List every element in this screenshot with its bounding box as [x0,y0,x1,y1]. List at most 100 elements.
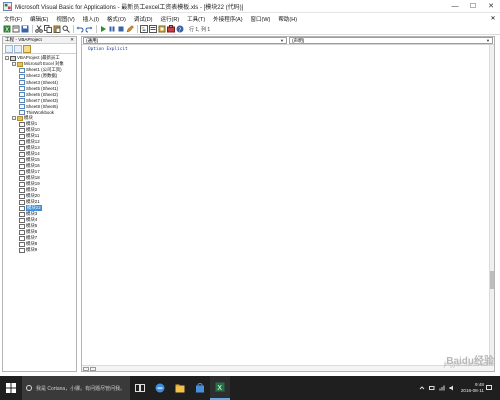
menu-item[interactable]: 外接程序(A) [209,15,246,23]
cut-icon[interactable] [35,25,43,33]
run-icon[interactable] [99,25,107,33]
menu-item[interactable]: 文件(F) [0,15,26,23]
module-icon [19,205,25,211]
help-icon[interactable]: ? [176,25,184,33]
module-icon [19,121,25,127]
folder-icon [17,61,23,67]
design-mode-icon[interactable] [126,25,134,33]
store-icon[interactable] [190,376,210,400]
file-explorer-icon[interactable] [170,376,190,400]
sheet-icon [19,109,25,115]
tree-item-label: Sheet7 (Sheet3) [26,97,58,103]
notifications-icon[interactable] [486,385,492,391]
tree-item-label: Sheet6 (Sheet2) [26,91,58,97]
cortana-search-placeholder: 我是 Cortana，小娜。有问题尽管问我。 [36,385,126,392]
menu-item[interactable]: 运行(R) [157,15,184,23]
edge-browser-icon[interactable] [150,376,170,400]
view-object-icon[interactable] [14,44,22,53]
tree-item-label: Sheet2 (原数据) [26,73,58,78]
full-module-view-icon[interactable] [90,366,96,371]
paste-icon[interactable] [53,25,61,33]
object-browser-icon[interactable] [158,25,166,33]
menu-item[interactable]: 编辑(E) [26,15,52,23]
volume-icon[interactable] [449,385,455,391]
module-icon [19,175,25,181]
menu-item[interactable]: 调试(D) [130,15,157,23]
code-line: Option Explicit [88,47,128,52]
menu-item[interactable]: 视图(V) [52,15,78,23]
collapse-toggle-icon[interactable]: - [12,62,16,66]
save-icon[interactable] [21,25,29,33]
collapse-toggle-icon[interactable]: - [5,56,9,60]
toolbox-icon[interactable] [167,25,175,33]
module-icon [19,217,25,223]
tree-item-module[interactable]: 模块9 [3,247,76,253]
module-icon [19,157,25,163]
project-icon [10,55,16,61]
find-icon[interactable] [62,25,70,33]
module-icon [19,187,25,193]
collapse-toggle-icon[interactable]: - [12,116,16,120]
menu-item[interactable]: 帮助(H) [274,15,301,23]
window-title: Microsoft Visual Basic for Applications … [15,4,244,11]
code-window: (通用) ▼ (声明) ▼ Option Explicit [81,36,495,372]
toolbar-separator [73,25,74,33]
tree-item-label: 模块9 [26,247,38,252]
taskbar-clock[interactable]: 9:48 2016-08-11 [461,382,484,394]
procedure-combo-value: (声明) [292,37,305,43]
module-icon [19,235,25,241]
clock-date: 2016-08-11 [460,388,484,393]
code-view-bar [82,365,494,371]
title-bar: Microsoft Visual Basic for Applications … [0,0,500,13]
vertical-scrollbar[interactable] [489,45,494,365]
procedure-view-icon[interactable] [83,366,89,371]
toolbar-separator [137,25,138,33]
menu-item[interactable]: 窗口(W) [247,15,275,23]
maximize-button[interactable]: ☐ [464,0,482,13]
module-icon [19,229,25,235]
code-editor[interactable]: Option Explicit [82,45,490,365]
sheet-icon [19,79,25,85]
toolbar-separator [32,25,33,33]
module-icon [19,127,25,133]
start-button[interactable] [0,376,22,400]
cursor-position: 行 1, 列 1 [189,26,211,33]
menu-item[interactable]: 格式(O) [103,15,130,23]
module-icon [19,211,25,217]
task-view-icon[interactable] [130,376,150,400]
menu-item[interactable]: 插入(I) [79,15,103,23]
module-icon [19,223,25,229]
properties-icon[interactable] [149,25,157,33]
sheet-icon [19,85,25,91]
cortana-search-box[interactable]: 我是 Cortana，小娜。有问题尽管问我。 [22,376,130,400]
taskbar: 我是 Cortana，小娜。有问题尽管问我。 X 9:48 2016-08-11 [0,376,500,400]
object-combo[interactable]: (通用) ▼ [83,37,287,44]
close-button[interactable]: ✕ [482,0,500,13]
vba-app-icon [3,1,12,11]
undo-icon[interactable] [76,25,84,33]
copy-icon[interactable] [44,25,52,33]
module-icon [19,169,25,175]
project-explorer-icon[interactable] [140,25,148,33]
scrollbar-thumb[interactable] [490,271,494,289]
view-excel-icon[interactable]: X [3,25,11,33]
procedure-combo[interactable]: (声明) ▼ [289,37,493,44]
redo-icon[interactable] [85,25,93,33]
reset-icon[interactable] [117,25,125,33]
view-code-icon[interactable] [5,44,13,53]
menu-item[interactable]: 工具(T) [183,15,209,23]
battery-icon[interactable] [428,385,435,391]
insert-module-icon[interactable] [12,25,20,33]
break-icon[interactable] [108,25,116,33]
excel-taskbar-icon[interactable]: X [210,376,230,400]
svg-text:X: X [217,384,222,392]
module-icon [19,241,25,247]
network-icon[interactable] [439,385,445,391]
system-tray: 9:48 2016-08-11 [417,376,500,400]
chevron-up-icon[interactable] [419,385,425,391]
project-tree: - VBAProject (最新员工 - Microsoft Excel 对象 Shee… [3,54,76,253]
project-explorer-close-icon[interactable]: ✕ [70,37,74,43]
code-window-close-icon[interactable]: ✕ [486,15,500,22]
toggle-folders-icon[interactable] [23,44,31,53]
minimize-button[interactable]: — [446,0,464,13]
